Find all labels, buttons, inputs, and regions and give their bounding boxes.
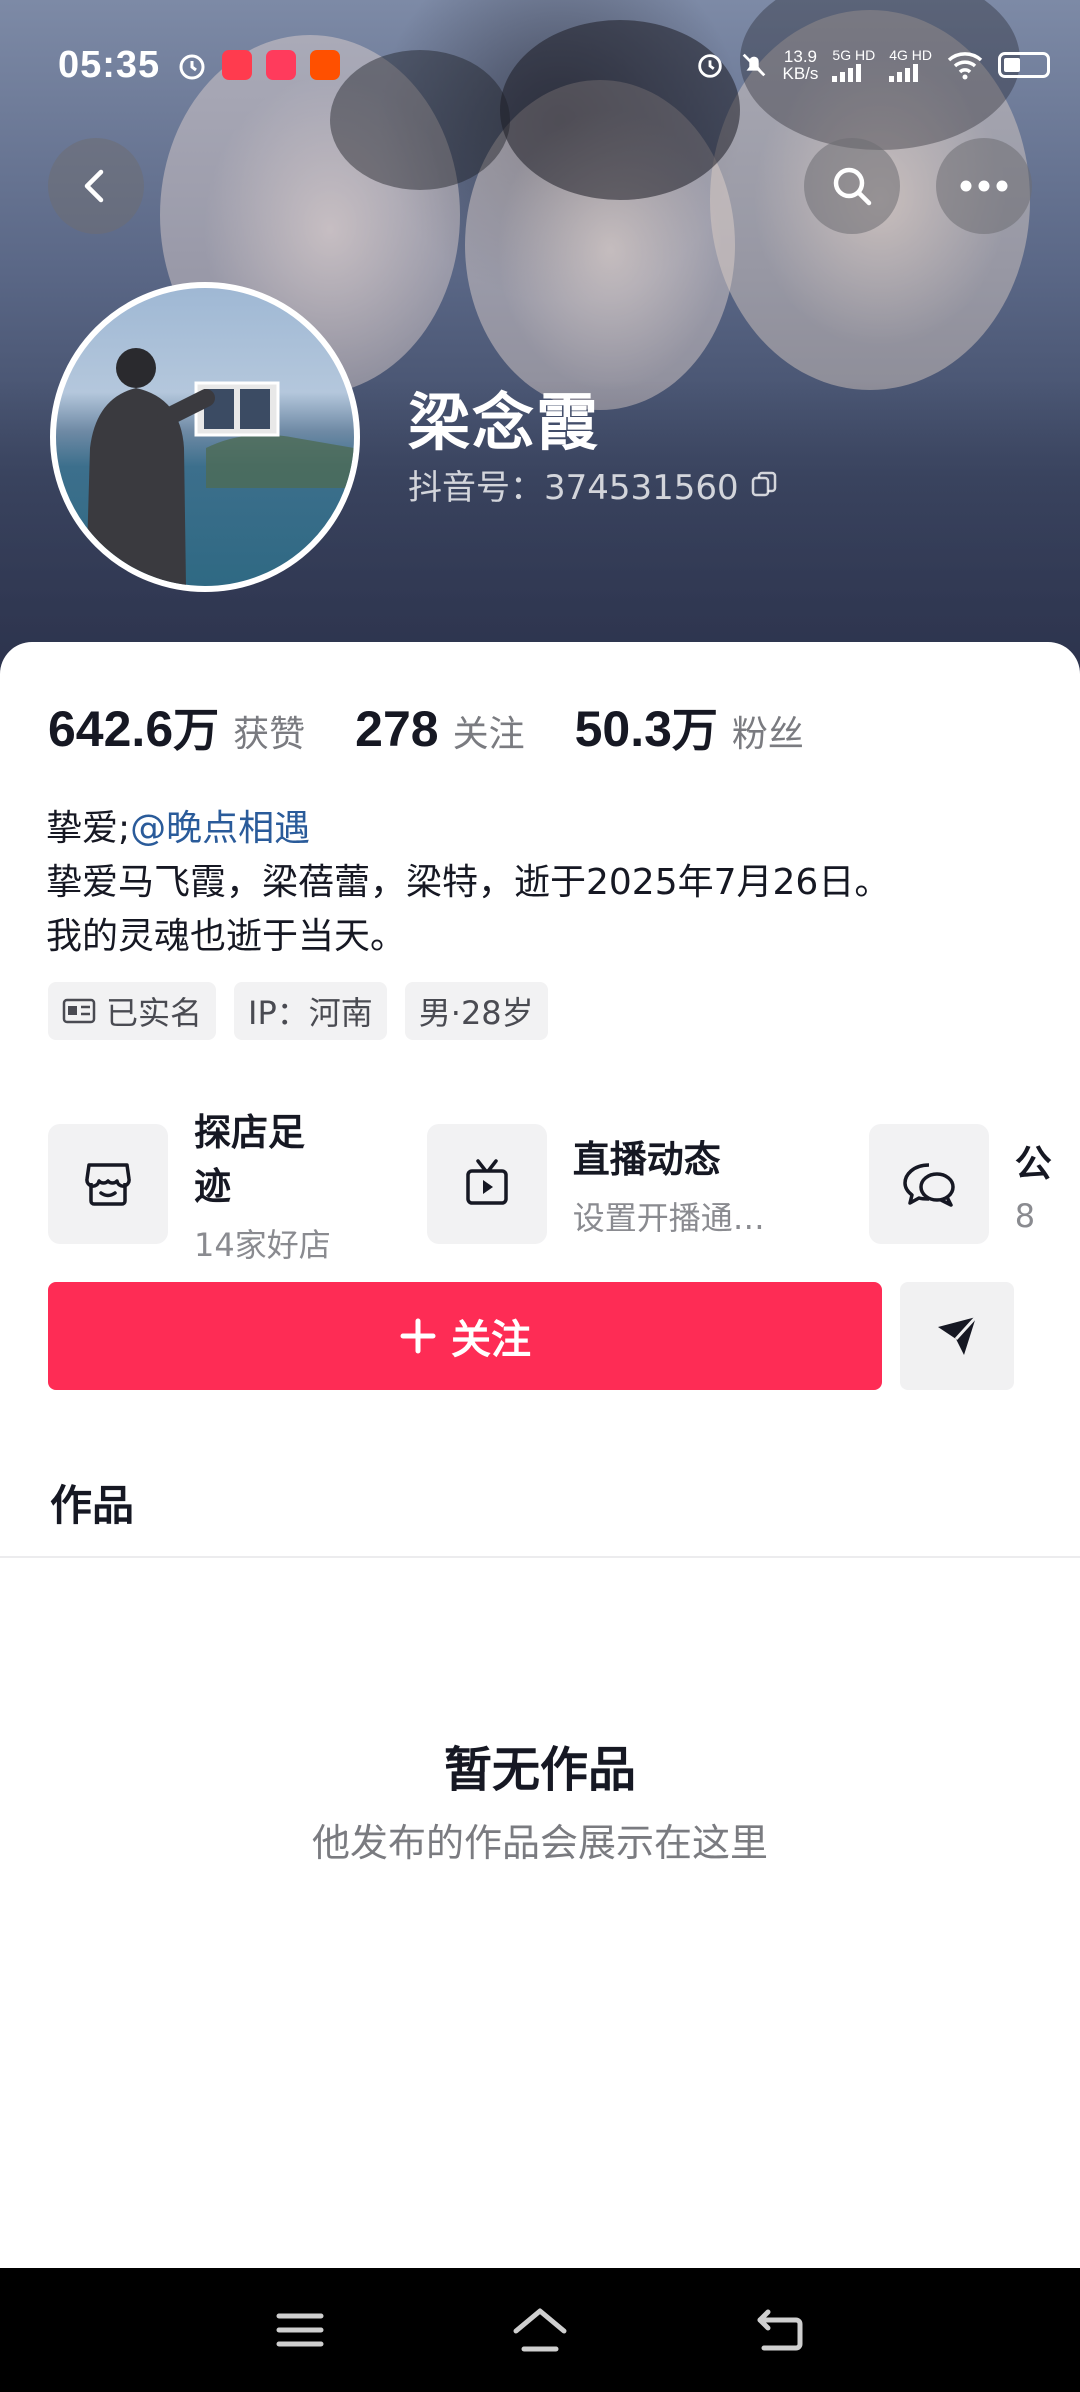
bio-line-3: 我的灵魂也逝于当天。 (46, 916, 407, 957)
follow-button[interactable]: 关注 (48, 1282, 882, 1390)
stat-label: 关注 (452, 714, 525, 755)
service-title: 探店足迹 (194, 1111, 305, 1208)
shop-icon (48, 1124, 168, 1244)
taobao-app-icon (310, 50, 340, 80)
sim1-label: 5G HD (832, 47, 876, 63)
stat-value: 642.6万 (48, 701, 220, 757)
bio-prefix: 挚爱; (46, 808, 131, 849)
more-button[interactable] (936, 138, 1032, 234)
search-icon (833, 167, 872, 206)
profile-tags: 已实名 IP：河南 男·28岁 (48, 982, 548, 1040)
service-live-updates[interactable]: 直播动态 设置开播通… (426, 1102, 765, 1266)
service-shop-visits[interactable]: 探店足迹 14家好店 (48, 1102, 331, 1266)
stat-following[interactable]: 278 关注 (355, 700, 524, 758)
stat-likes[interactable]: 642.6万 获赞 (48, 694, 305, 760)
avatar-photo (86, 348, 354, 586)
bio-mention-link[interactable]: @晚点相遇 (130, 808, 310, 849)
chat-icon (868, 1124, 989, 1244)
status-bar: 05:35 13.9 KB/s 5G HD 4G HD (0, 0, 1080, 130)
back-nav-button[interactable] (748, 2298, 812, 2362)
tag-gender-age-label: 男·28岁 (418, 994, 534, 1032)
service-subtitle: 8 (1014, 1197, 1036, 1235)
bio: 挚爱;@晚点相遇 挚爱马飞霞，梁蓓蕾，梁特，逝于2025年7月26日。 我的灵魂… (46, 802, 890, 964)
avatar[interactable] (50, 282, 360, 592)
plus-icon (400, 1318, 436, 1354)
profile-card: 642.6万 获赞 278 关注 50.3万 粉丝 挚爱;@晚点相遇 挚爱马飞霞… (0, 642, 1080, 2268)
follow-label: 关注 (451, 1317, 531, 1363)
stat-label: 粉丝 (731, 714, 804, 755)
battery-icon (998, 52, 1050, 78)
video-app-icon (266, 50, 296, 80)
profile-name: 梁念霞 (408, 386, 601, 459)
service-subtitle: 14家好店 (194, 1226, 331, 1264)
signal-bars-icon (832, 62, 875, 82)
chevron-left-icon (84, 169, 104, 203)
stat-value: 278 (355, 701, 439, 757)
service-entries: 探店足迹 14家好店 直播动态 设置开播通… 公 8 (48, 1102, 1080, 1266)
mute-icon (742, 53, 765, 77)
sim1-signal: 5G HD (832, 48, 875, 82)
alarm-icon (179, 54, 205, 80)
tag-verified-label: 已实名 (106, 994, 203, 1032)
more-icon (960, 180, 1008, 192)
sim2-signal: 4G HD (889, 48, 932, 82)
stat-value: 50.3万 (574, 701, 718, 757)
net-speed-unit: KB/s (782, 64, 819, 83)
send-message-button[interactable] (900, 1282, 1014, 1390)
service-title: 公 (1014, 1142, 1052, 1185)
tab-divider (0, 1556, 1080, 1558)
back-button[interactable] (48, 138, 144, 234)
copy-icon[interactable] (749, 470, 779, 500)
empty-state-title: 暂无作品 (443, 1742, 636, 1798)
id-card-icon (62, 998, 96, 1024)
service-subtitle: 设置开播通… (572, 1199, 765, 1237)
stat-followers[interactable]: 50.3万 粉丝 (575, 694, 804, 760)
sim2-label: 4G HD (889, 47, 932, 63)
home-icon (513, 2308, 567, 2352)
system-nav-bar (0, 2268, 1080, 2392)
service-title: 直播动态 (572, 1138, 721, 1181)
status-right-icons: 13.9 KB/s 5G HD 4G HD (695, 48, 1050, 82)
signal-bars-icon (889, 62, 932, 82)
douyin-id-text: 抖音号：374531560 (408, 468, 739, 508)
menu-nav-button[interactable] (268, 2298, 332, 2362)
home-nav-button[interactable] (508, 2298, 572, 2362)
stat-label: 获赞 (233, 714, 306, 755)
status-time: 05:35 (58, 44, 161, 86)
tag-gender-age: 男·28岁 (404, 982, 548, 1040)
bio-line-1: 挚爱;@晚点相遇 (46, 802, 890, 856)
wifi-icon (947, 52, 983, 80)
douyin-id[interactable]: 抖音号：374531560 (408, 460, 779, 509)
tag-ip-label: IP：河南 (248, 994, 373, 1032)
net-speed-value: 13.9 (783, 47, 817, 66)
map-app-icon (222, 50, 252, 80)
status-app-icons (176, 50, 340, 82)
service-third[interactable]: 公 8 (868, 1102, 1052, 1266)
stats-row: 642.6万 获赞 278 关注 50.3万 粉丝 (48, 694, 854, 760)
search-button[interactable] (804, 138, 900, 234)
empty-state-subtitle: 他发布的作品会展示在这里 (311, 1821, 768, 1865)
tv-icon (426, 1124, 547, 1244)
return-icon (757, 2309, 803, 2351)
menu-icon (276, 2313, 324, 2347)
net-speed: 13.9 KB/s (783, 48, 819, 82)
tag-verified[interactable]: 已实名 (48, 982, 217, 1040)
tag-ip: IP：河南 (234, 982, 387, 1040)
send-icon (938, 1315, 978, 1355)
bio-line-2: 挚爱马飞霞，梁蓓蕾，梁特，逝于2025年7月26日。 (46, 862, 891, 903)
tab-works[interactable]: 作品 (50, 1472, 134, 1533)
alarm-icon (697, 54, 722, 78)
